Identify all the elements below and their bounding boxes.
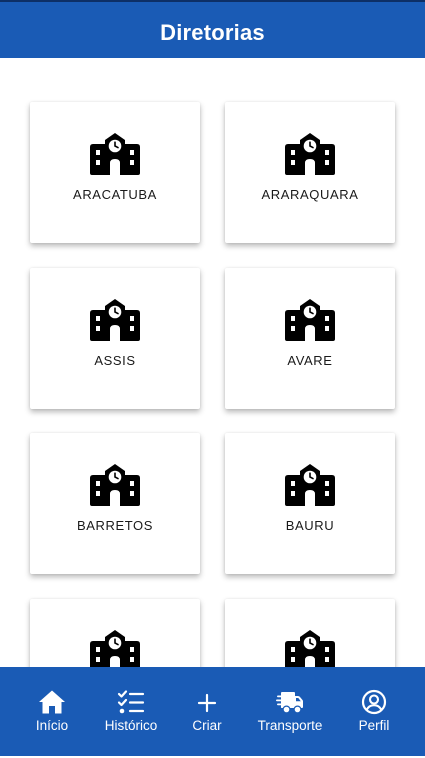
- bottom-navigation: Início Histórico Criar Transporte Perfil: [0, 667, 425, 758]
- truck-fast-icon: [276, 692, 303, 714]
- nav-item-perfil[interactable]: Perfil: [350, 667, 398, 758]
- diretoria-card-label: ARARAQUARA: [261, 187, 359, 202]
- diretoria-card-araraquara[interactable]: ARARAQUARA: [225, 102, 395, 243]
- diretoria-card-label: ARACATUBA: [73, 187, 157, 202]
- nav-item-criar[interactable]: Criar: [184, 667, 230, 758]
- user-circle-icon: [361, 689, 387, 715]
- school-icon: [284, 629, 336, 667]
- nav-item-historico[interactable]: Histórico: [96, 667, 166, 758]
- checklist-icon: [117, 690, 145, 714]
- diretoria-card-label: BAURU: [285, 518, 335, 533]
- diretoria-card-bauru[interactable]: BAURU: [225, 433, 395, 574]
- nav-item-label: Transporte: [257, 718, 323, 733]
- school-icon: [284, 463, 336, 507]
- diretoria-card-label: BARRETOS: [76, 518, 154, 533]
- nav-item-label: Início: [35, 718, 69, 733]
- diretoria-card-aracatuba[interactable]: ARACATUBA: [30, 102, 200, 243]
- school-icon: [89, 463, 141, 507]
- nav-item-label: Perfil: [358, 718, 390, 733]
- diretorias-grid: ARACATUBA ARARAQUARA ASSIS AVARE BARRETO…: [0, 58, 425, 667]
- nav-item-label: Criar: [192, 718, 222, 733]
- diretoria-card-label: ASSIS: [94, 353, 136, 368]
- app-header: Diretorias: [0, 0, 425, 58]
- diretoria-card[interactable]: [30, 599, 200, 667]
- school-icon: [89, 132, 141, 176]
- school-icon: [284, 298, 336, 342]
- school-icon: [284, 132, 336, 176]
- school-icon: [89, 298, 141, 342]
- diretoria-card-barretos[interactable]: BARRETOS: [30, 433, 200, 574]
- plus-icon: [197, 693, 217, 713]
- page-title: Diretorias: [160, 20, 265, 45]
- diretoria-card-assis[interactable]: ASSIS: [30, 268, 200, 409]
- diretoria-card-label: AVARE: [287, 353, 333, 368]
- nav-item-transporte[interactable]: Transporte: [249, 667, 331, 758]
- nav-item-inicio[interactable]: Início: [26, 667, 78, 758]
- home-icon: [39, 690, 65, 714]
- nav-item-label: Histórico: [104, 718, 158, 733]
- diretoria-card[interactable]: [225, 599, 395, 667]
- diretoria-card-avare[interactable]: AVARE: [225, 268, 395, 409]
- school-icon: [89, 629, 141, 667]
